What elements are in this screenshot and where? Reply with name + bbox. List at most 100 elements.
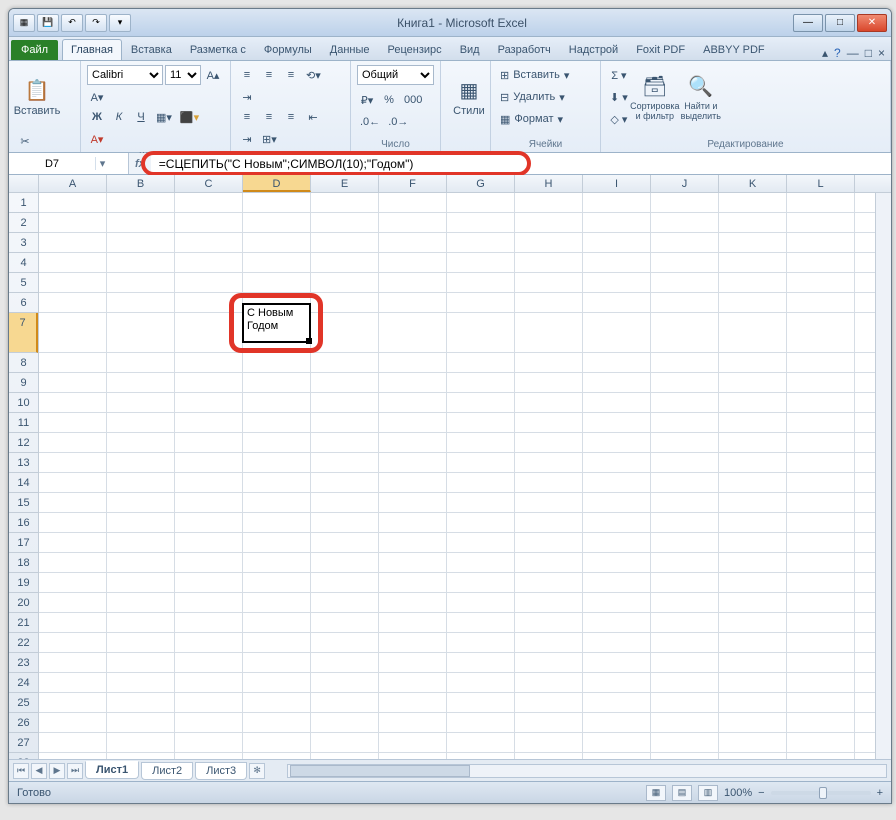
percent-button[interactable]: %: [379, 90, 399, 110]
row-4[interactable]: 4: [9, 253, 38, 273]
row-12[interactable]: 12: [9, 433, 38, 453]
tab-developer[interactable]: Разработч: [489, 39, 560, 60]
minimize-ribbon-icon[interactable]: ▴: [822, 46, 828, 60]
row-21[interactable]: 21: [9, 613, 38, 633]
row-27[interactable]: 27: [9, 733, 38, 753]
minimize-button[interactable]: —: [793, 14, 823, 32]
border-button[interactable]: ▦▾: [153, 107, 175, 127]
font-color-button[interactable]: A▾: [87, 129, 107, 149]
row-10[interactable]: 10: [9, 393, 38, 413]
grow-font-button[interactable]: A▴: [203, 65, 223, 85]
view-normal-button[interactable]: ▦: [646, 785, 666, 801]
align-center-button[interactable]: ≡: [259, 107, 279, 127]
font-name-select[interactable]: Calibri: [87, 65, 163, 85]
format-cells-button[interactable]: ▦Формат ▾: [497, 109, 594, 129]
find-select-button[interactable]: 🔍 Найти и выделить: [679, 65, 723, 129]
row-22[interactable]: 22: [9, 633, 38, 653]
tab-insert[interactable]: Вставка: [122, 39, 181, 60]
window-maximize-icon[interactable]: □: [865, 46, 872, 60]
col-F[interactable]: F: [379, 175, 447, 192]
col-I[interactable]: I: [583, 175, 651, 192]
name-box[interactable]: ▾: [9, 153, 129, 174]
italic-button[interactable]: К: [109, 107, 129, 127]
save-button[interactable]: 💾: [37, 14, 59, 32]
autosum-button[interactable]: Σ ▾: [607, 65, 631, 85]
tab-home[interactable]: Главная: [62, 39, 122, 60]
row-25[interactable]: 25: [9, 693, 38, 713]
tab-formulas[interactable]: Формулы: [255, 39, 321, 60]
paste-button[interactable]: 📋 Вставить: [15, 65, 59, 129]
sheet-nav-prev[interactable]: ◀: [31, 763, 47, 779]
zoom-slider[interactable]: [771, 791, 871, 795]
row-3[interactable]: 3: [9, 233, 38, 253]
styles-button[interactable]: ▦ Стили: [447, 65, 491, 129]
orientation-button[interactable]: ⟲▾: [303, 65, 324, 85]
row-2[interactable]: 2: [9, 213, 38, 233]
close-button[interactable]: ✕: [857, 14, 887, 32]
sheet-tab-3[interactable]: Лист3: [195, 762, 247, 780]
formula-input[interactable]: [151, 153, 891, 174]
qat-dropdown[interactable]: ▾: [109, 14, 131, 32]
horizontal-scrollbar[interactable]: [287, 764, 887, 778]
decrease-indent-button[interactable]: ⇤: [303, 107, 323, 127]
tab-layout[interactable]: Разметка с: [181, 39, 255, 60]
hscroll-thumb[interactable]: [290, 765, 470, 777]
new-sheet-button[interactable]: ✻: [249, 763, 265, 779]
zoom-in-button[interactable]: +: [877, 787, 883, 799]
row-13[interactable]: 13: [9, 453, 38, 473]
view-layout-button[interactable]: ▤: [672, 785, 692, 801]
increase-decimal-button[interactable]: .0←: [357, 112, 383, 132]
sheet-tab-1[interactable]: Лист1: [85, 761, 139, 779]
currency-button[interactable]: ₽▾: [357, 90, 377, 110]
align-top-button[interactable]: ≡: [237, 65, 257, 85]
vertical-scrollbar[interactable]: [875, 193, 891, 759]
name-box-input[interactable]: [9, 158, 95, 170]
clear-button[interactable]: ◇ ▾: [607, 109, 631, 129]
zoom-out-button[interactable]: −: [758, 787, 764, 799]
decrease-decimal-button[interactable]: .0→: [385, 112, 411, 132]
undo-button[interactable]: ↶: [61, 14, 83, 32]
font-size-select[interactable]: 11: [165, 65, 201, 85]
excel-icon[interactable]: ▦: [13, 14, 35, 32]
sheet-nav-first[interactable]: ⏮: [13, 763, 29, 779]
col-B[interactable]: B: [107, 175, 175, 192]
window-close-icon[interactable]: ×: [878, 46, 885, 60]
align-bottom-button[interactable]: ≡: [281, 65, 301, 85]
wrap-text-button[interactable]: ⇥: [237, 87, 257, 107]
sheet-tab-2[interactable]: Лист2: [141, 762, 193, 780]
cut-button[interactable]: ✂: [15, 131, 35, 151]
row-7[interactable]: 7: [9, 313, 38, 353]
tab-addins[interactable]: Надстрой: [560, 39, 627, 60]
col-H[interactable]: H: [515, 175, 583, 192]
row-23[interactable]: 23: [9, 653, 38, 673]
fx-icon[interactable]: fx: [135, 158, 145, 170]
col-E[interactable]: E: [311, 175, 379, 192]
row-26[interactable]: 26: [9, 713, 38, 733]
row-1[interactable]: 1: [9, 193, 38, 213]
col-G[interactable]: G: [447, 175, 515, 192]
row-15[interactable]: 15: [9, 493, 38, 513]
view-pagebreak-button[interactable]: ▥: [698, 785, 718, 801]
underline-button[interactable]: Ч: [131, 107, 151, 127]
sheet-nav-last[interactable]: ⏭: [67, 763, 83, 779]
align-middle-button[interactable]: ≡: [259, 65, 279, 85]
col-L[interactable]: L: [787, 175, 855, 192]
col-C[interactable]: C: [175, 175, 243, 192]
window-restore-icon[interactable]: —: [847, 46, 859, 60]
fill-button[interactable]: ⬇ ▾: [607, 87, 631, 107]
number-format-select[interactable]: Общий: [357, 65, 434, 85]
row-6[interactable]: 6: [9, 293, 38, 313]
fill-color-button[interactable]: ⬛▾: [177, 107, 202, 127]
row-14[interactable]: 14: [9, 473, 38, 493]
tab-foxit[interactable]: Foxit PDF: [627, 39, 694, 60]
redo-button[interactable]: ↷: [85, 14, 107, 32]
col-K[interactable]: K: [719, 175, 787, 192]
maximize-button[interactable]: □: [825, 14, 855, 32]
name-box-dropdown[interactable]: ▾: [95, 157, 109, 170]
increase-indent-button[interactable]: ⇥: [237, 129, 257, 149]
row-5[interactable]: 5: [9, 273, 38, 293]
col-D[interactable]: D: [243, 175, 311, 192]
delete-cells-button[interactable]: ⊟Удалить ▾: [497, 87, 594, 107]
row-11[interactable]: 11: [9, 413, 38, 433]
col-A[interactable]: A: [39, 175, 107, 192]
